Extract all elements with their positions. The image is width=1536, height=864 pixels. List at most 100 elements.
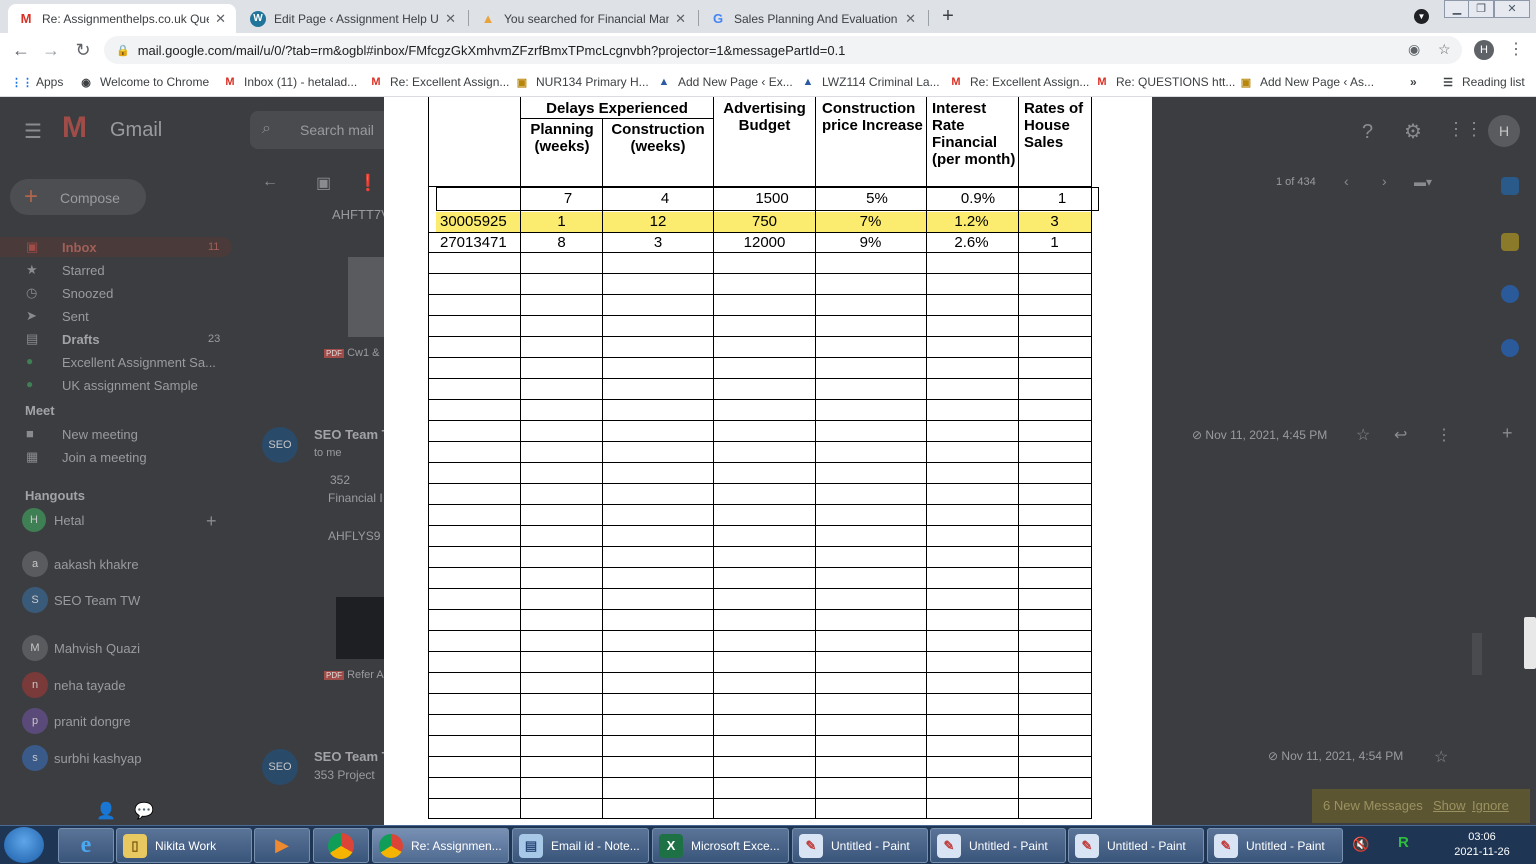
star-icon[interactable]: ☆ (1356, 425, 1370, 445)
chevron-right-icon[interactable]: › (1382, 173, 1387, 189)
system-clock[interactable]: 03:06 2021-11-26 (1440, 830, 1524, 860)
contact-item[interactable]: pranit dongre (54, 714, 131, 729)
taskbar-paint-4[interactable]: ✎ Untitled - Paint (1207, 828, 1343, 863)
attachment-thumbnail[interactable] (348, 257, 384, 337)
restore-button[interactable]: ❐ (1468, 0, 1494, 18)
reading-list-button[interactable]: ☰ Reading list (1440, 73, 1525, 91)
message-sender[interactable]: SEO Team T (314, 427, 390, 442)
contact-item[interactable]: neha tayade (54, 678, 126, 693)
keep-icon[interactable] (1501, 233, 1519, 251)
table-row-line (428, 546, 1092, 547)
start-button[interactable] (4, 827, 44, 863)
bookmark-nur134[interactable]: ▣ NUR134 Primary H... (514, 73, 649, 91)
calendar-icon[interactable] (1501, 177, 1519, 195)
star-icon[interactable]: ☆ (1434, 747, 1448, 767)
avatar[interactable]: H (1488, 115, 1520, 147)
bookmark-questions[interactable]: M Re: QUESTIONS htt... (1094, 73, 1235, 91)
close-icon[interactable]: ✕ (445, 11, 456, 27)
bookmark-apps[interactable]: ⋮⋮ Apps (11, 73, 63, 91)
scrollbar-thumb[interactable] (1524, 617, 1536, 669)
message-sender[interactable]: SEO Team T (314, 749, 390, 764)
tab-search[interactable]: ▲ You searched for Financial Manag ✕ (470, 4, 696, 33)
more-icon[interactable]: ⋮ (1436, 425, 1452, 445)
bookmark-welcome[interactable]: ◉ Welcome to Chrome (78, 73, 209, 91)
attachment-label[interactable]: PDF Refer A (324, 669, 384, 681)
compose-button[interactable]: + Compose (10, 179, 146, 215)
contacts-icon[interactable] (1501, 339, 1519, 357)
forward-button[interactable]: → (40, 39, 62, 61)
eye-icon[interactable]: ◉ (1408, 41, 1420, 58)
attachment-thumbnail[interactable] (336, 597, 384, 659)
menu-icon[interactable]: ☰ (24, 119, 42, 144)
chat-icon[interactable]: 💬 (134, 801, 154, 821)
person-icon[interactable]: 👤 (96, 801, 116, 821)
bookmark-excellent-2[interactable]: M Re: Excellent Assign... (948, 73, 1089, 91)
tab-gmail[interactable]: M Re: Assignmenthelps.co.uk Quest ✕ (8, 4, 236, 33)
table-row-line (428, 588, 1092, 589)
add-icon[interactable]: + (206, 511, 217, 532)
close-window-button[interactable]: ✕ (1494, 0, 1530, 18)
more-icon[interactable]: ⋮ (1508, 39, 1524, 59)
contact-item[interactable]: Mahvish Quazi (54, 641, 140, 656)
apps-grid-icon[interactable]: ⋮⋮ (1447, 119, 1483, 140)
tab-google[interactable]: G Sales Planning And Evaluation - C ✕ (700, 4, 926, 33)
hangouts-user[interactable]: Hetal (54, 513, 84, 528)
help-icon[interactable]: ? (1362, 121, 1373, 144)
search-bar[interactable]: ⌕ Search mail (250, 111, 384, 149)
add-icon[interactable]: + (1502, 423, 1513, 444)
gmail-icon: M (371, 76, 381, 88)
taskbar-paint-3[interactable]: ✎ Untitled - Paint (1068, 828, 1204, 863)
close-icon[interactable]: ✕ (215, 11, 226, 27)
close-icon[interactable]: ✕ (905, 11, 916, 27)
media-taskbar-button[interactable]: ▶ (254, 828, 310, 863)
bookmarks-overflow-button[interactable]: » (1410, 73, 1417, 91)
bookmark-lwz114[interactable]: ▲ LWZ114 Criminal La... (800, 73, 940, 91)
taskbar-paint-1[interactable]: ✎ Untitled - Paint (792, 828, 928, 863)
lock-icon[interactable]: 🔒 (116, 44, 130, 57)
row-id: 27013471 (440, 234, 507, 251)
show-link[interactable]: Show (1433, 798, 1466, 813)
keyboard-icon[interactable]: ▬▾ (1414, 175, 1432, 189)
viewer-scrollbar[interactable] (1472, 633, 1482, 675)
back-button[interactable]: ← (10, 39, 32, 61)
attachment-label[interactable]: PDF Cw1 & (324, 347, 379, 359)
tab-wordpress[interactable]: W Edit Page ‹ Assignment Help UK - ✕ (240, 4, 466, 33)
tray-app-icon[interactable]: R (1398, 834, 1409, 851)
profile-avatar[interactable]: H (1474, 40, 1494, 60)
contact-item[interactable]: surbhi kashyap (54, 751, 141, 766)
taskbar-chrome-gmail[interactable]: Re: Assignmen... (372, 828, 509, 863)
reload-button[interactable]: ↻ (72, 39, 94, 61)
close-icon[interactable]: ✕ (675, 11, 686, 27)
ignore-link[interactable]: Ignore (1472, 798, 1509, 813)
taskbar-paint-2[interactable]: ✎ Untitled - Paint (930, 828, 1066, 863)
bookmark-add-page-as[interactable]: ▣ Add New Page ‹ As... (1238, 73, 1374, 91)
draft-icon: ▤ (26, 331, 39, 346)
taskbar-excel[interactable]: X Microsoft Exce... (652, 828, 789, 863)
reply-icon[interactable]: ↩ (1394, 425, 1407, 445)
minimize-button[interactable]: ▁ (1444, 0, 1470, 18)
taskbar-notepad[interactable]: ▤ Email id - Note... (512, 828, 649, 863)
tab-search-icon[interactable]: ▼ (1414, 9, 1429, 24)
bookmark-inbox[interactable]: M Inbox (11) - hetalad... (222, 73, 357, 91)
star-icon[interactable]: ☆ (1438, 41, 1451, 58)
chevron-left-icon[interactable]: ‹ (1344, 173, 1349, 189)
contact-item[interactable]: SEO Team TW (54, 593, 140, 608)
message-recipient[interactable]: to me (314, 447, 342, 459)
attachment-icon: ⊘ (1268, 749, 1279, 763)
taskbar-nikita-work[interactable]: ▯ Nikita Work (116, 828, 252, 863)
new-tab-button[interactable]: + (937, 5, 959, 27)
ie-taskbar-button[interactable]: e (58, 828, 114, 863)
gear-icon[interactable]: ⚙ (1404, 119, 1422, 144)
contact-item[interactable]: aakash khakre (54, 557, 139, 572)
back-arrow-icon[interactable]: ← (262, 173, 278, 191)
table-row-line (428, 357, 1092, 358)
tasks-icon[interactable] (1501, 285, 1519, 303)
tab-title: Re: Assignmenthelps.co.uk Quest (42, 11, 210, 26)
chrome-taskbar-button[interactable] (313, 828, 369, 863)
bookmark-excellent-1[interactable]: M Re: Excellent Assign... (368, 73, 509, 91)
archive-icon[interactable]: ▣ (316, 173, 331, 193)
address-bar[interactable]: 🔒 mail.google.com/mail/u/0/?tab=rm&ogbl#… (104, 36, 1462, 64)
report-icon[interactable]: ❗ (358, 173, 378, 193)
bookmark-add-page-ex[interactable]: ▲ Add New Page ‹ Ex... (656, 73, 793, 91)
speaker-muted-icon[interactable]: 🔇 (1352, 836, 1369, 853)
